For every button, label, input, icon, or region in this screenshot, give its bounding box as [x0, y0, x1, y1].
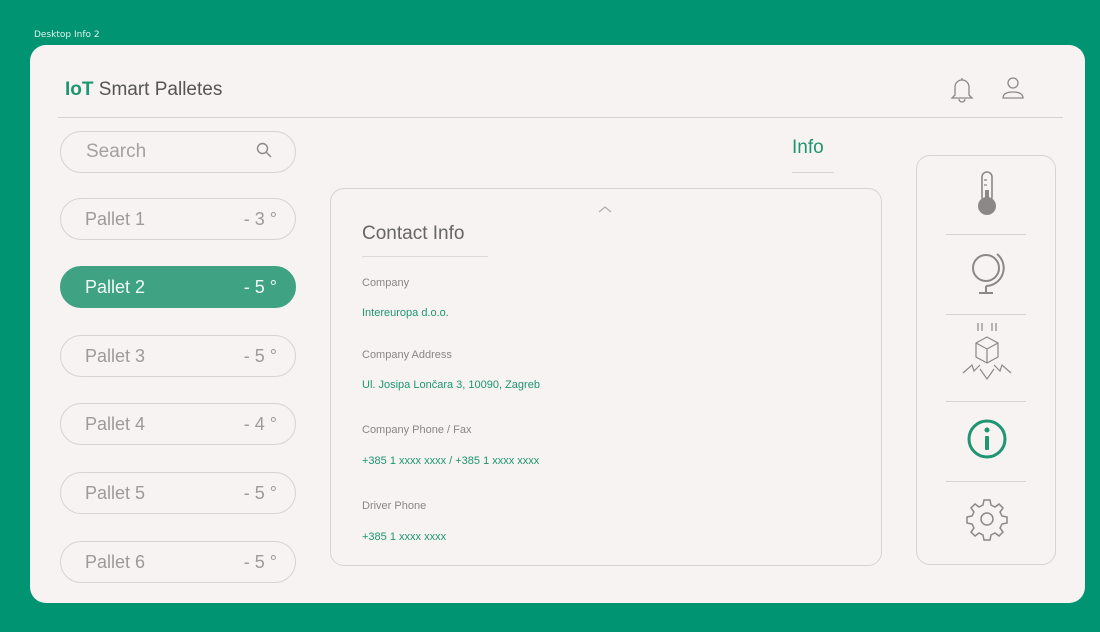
settings-icon	[964, 496, 1010, 547]
search-input[interactable]	[86, 141, 236, 163]
company-label: Company	[362, 277, 410, 289]
right-nav	[916, 155, 1056, 565]
chevron-up-icon[interactable]	[597, 201, 613, 219]
pallet-name: Pallet 5	[85, 482, 146, 503]
section-title: Info	[792, 137, 824, 158]
nav-temperature[interactable]	[917, 156, 1057, 234]
app-title: IoT Smart Palletes	[65, 79, 222, 101]
pallet-item[interactable]: Pallet 5 - 5 °	[60, 472, 296, 514]
phone-label: Company Phone / Fax	[362, 424, 472, 436]
globe-icon	[964, 248, 1010, 301]
header-actions	[949, 75, 1025, 103]
nav-handling[interactable]	[917, 315, 1057, 393]
pallet-temp: - 5 °	[243, 345, 277, 366]
pallet-item[interactable]: Pallet 4 - 4 °	[60, 403, 296, 445]
pallet-name: Pallet 1	[85, 208, 146, 229]
pallet-name: Pallet 6	[85, 551, 146, 572]
driver-phone-label: Driver Phone	[362, 500, 427, 512]
pallet-temp: - 4 °	[243, 413, 277, 434]
pallet-item[interactable]: Pallet 3 - 5 °	[60, 335, 296, 377]
fragile-box-icon	[960, 321, 1014, 388]
pallet-name: Pallet 4	[85, 413, 146, 434]
nav-settings[interactable]	[917, 482, 1057, 560]
pallet-item[interactable]: Pallet 6 - 5 °	[60, 541, 296, 583]
pallet-temp: - 5 °	[243, 482, 277, 503]
pallet-item[interactable]: Pallet 1 - 3 °	[60, 198, 296, 240]
search-icon[interactable]	[255, 141, 273, 164]
address-value: Ul. Josipa Lončara 3, 10090, Zagreb	[362, 379, 540, 391]
pallet-temp: - 5 °	[243, 551, 277, 572]
user-icon[interactable]	[1001, 76, 1025, 102]
nav-location[interactable]	[917, 235, 1057, 313]
search-box[interactable]	[60, 131, 296, 173]
card-title-divider	[362, 256, 488, 257]
contact-info-card: Contact Info Company Intereuropa d.o.o. …	[330, 188, 882, 566]
pallet-name: Pallet 3	[85, 345, 146, 366]
pallet-temp: - 5 °	[243, 276, 277, 297]
header-divider	[58, 117, 1063, 118]
bell-icon[interactable]	[949, 75, 975, 103]
pallet-name: Pallet 2	[85, 276, 146, 297]
pallet-item-active[interactable]: Pallet 2 - 5 °	[60, 266, 296, 308]
pallet-temp: - 3 °	[243, 208, 277, 229]
thermometer-icon	[970, 168, 1004, 223]
company-value: Intereuropa d.o.o.	[362, 307, 449, 319]
app-window: IoT Smart Palletes Pallet	[30, 45, 1085, 603]
section-title-underline	[792, 172, 834, 173]
card-title: Contact Info	[362, 223, 465, 244]
phone-value: +385 1 xxxx xxxx / +385 1 xxxx xxxx	[362, 455, 540, 467]
brand-label: IoT	[65, 79, 94, 100]
info-icon	[965, 417, 1009, 466]
app-title-text: Smart Palletes	[93, 79, 223, 100]
driver-phone-value: +385 1 xxxx xxxx	[362, 531, 447, 543]
frame-label: Desktop Info 2	[34, 30, 100, 40]
address-label: Company Address	[362, 349, 452, 361]
nav-info-active[interactable]	[917, 402, 1057, 480]
